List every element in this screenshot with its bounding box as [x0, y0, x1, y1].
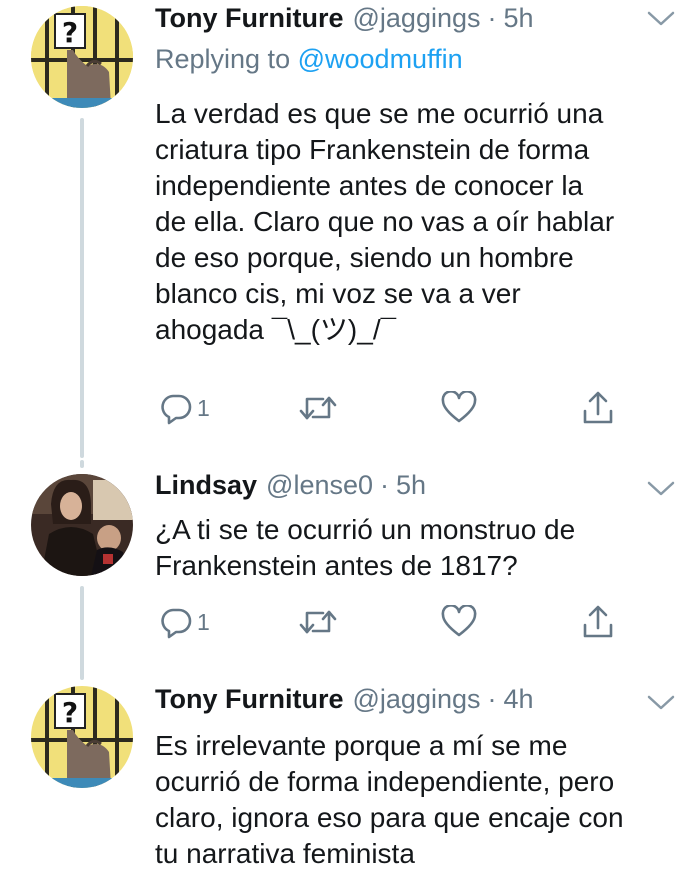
display-name[interactable]: Tony Furniture	[155, 3, 344, 34]
tweet[interactable]: ? Tony Furniture @jaggings · 5h Replying…	[0, 0, 700, 460]
retweet-button[interactable]	[299, 388, 337, 428]
separator-dot: ·	[380, 470, 390, 500]
tweet-header: Tony Furniture @jaggings · 5h	[155, 3, 660, 43]
avatar[interactable]	[31, 474, 133, 576]
user-handle[interactable]: @jaggings	[353, 3, 481, 34]
like-button[interactable]	[441, 602, 477, 642]
tweet[interactable]: ? Tony Furniture @jaggings · 4h Es irrel…	[0, 680, 700, 879]
share-icon	[583, 605, 613, 638]
retweet-icon	[299, 396, 337, 420]
chevron-down-icon[interactable]	[646, 692, 676, 712]
like-icon	[441, 391, 477, 423]
svg-text:?: ?	[62, 16, 78, 49]
user-handle[interactable]: @jaggings	[353, 684, 481, 715]
like-icon	[441, 605, 477, 637]
tweet[interactable]: Lindsay @lense0 · 5h ¿A ti se te ocurrió…	[0, 460, 700, 680]
separator-dot: ·	[487, 684, 497, 714]
timestamp[interactable]: 5h	[504, 3, 534, 34]
avatar[interactable]: ?	[31, 686, 133, 788]
cartoon-character-avatar-icon: ?	[31, 6, 133, 108]
tweet-actions: 1	[155, 602, 635, 642]
reply-icon	[161, 394, 192, 425]
display-name[interactable]: Tony Furniture	[155, 684, 344, 715]
svg-text:?: ?	[62, 696, 78, 729]
like-button[interactable]	[441, 388, 477, 428]
share-button[interactable]	[581, 602, 615, 642]
cartoon-character-avatar-icon: ?	[31, 686, 133, 788]
retweet-button[interactable]	[299, 602, 337, 642]
separator-dot: ·	[487, 3, 497, 33]
share-icon	[583, 391, 613, 424]
photo-avatar-icon	[31, 474, 133, 576]
replying-to-link[interactable]: @woodmuffin	[298, 44, 463, 74]
reply-icon	[161, 608, 192, 639]
tweet-text: Es irrelevante porque a mí se me ocurrió…	[155, 730, 624, 869]
chevron-down-icon[interactable]	[646, 478, 676, 498]
display-name[interactable]: Lindsay	[155, 470, 257, 501]
tweet-header: Tony Furniture @jaggings · 4h	[155, 684, 660, 724]
thread-line	[80, 118, 84, 458]
reply-button[interactable]: 1	[159, 388, 210, 428]
thread-line	[80, 460, 84, 468]
tweet-actions: 1	[155, 388, 635, 428]
tweet-text: La verdad es que se me ocurrió una criat…	[155, 98, 615, 345]
reply-button[interactable]: 1	[159, 602, 210, 642]
timestamp[interactable]: 5h	[396, 470, 426, 501]
user-handle[interactable]: @lense0	[266, 470, 373, 501]
share-button[interactable]	[581, 388, 615, 428]
replying-to-label: Replying to	[155, 44, 291, 74]
tweet-text: ¿A ti se te ocurrió un monstruo de Frank…	[155, 514, 576, 581]
tweet-header: Lindsay @lense0 · 5h	[155, 470, 660, 510]
thread-line	[80, 586, 84, 680]
reply-count: 1	[197, 394, 210, 421]
chevron-down-icon[interactable]	[646, 8, 676, 28]
timestamp[interactable]: 4h	[504, 684, 534, 715]
avatar[interactable]: ?	[31, 6, 133, 108]
reply-count: 1	[197, 608, 210, 635]
retweet-icon	[299, 610, 337, 634]
replying-to: Replying to @woodmuffin	[155, 44, 463, 75]
